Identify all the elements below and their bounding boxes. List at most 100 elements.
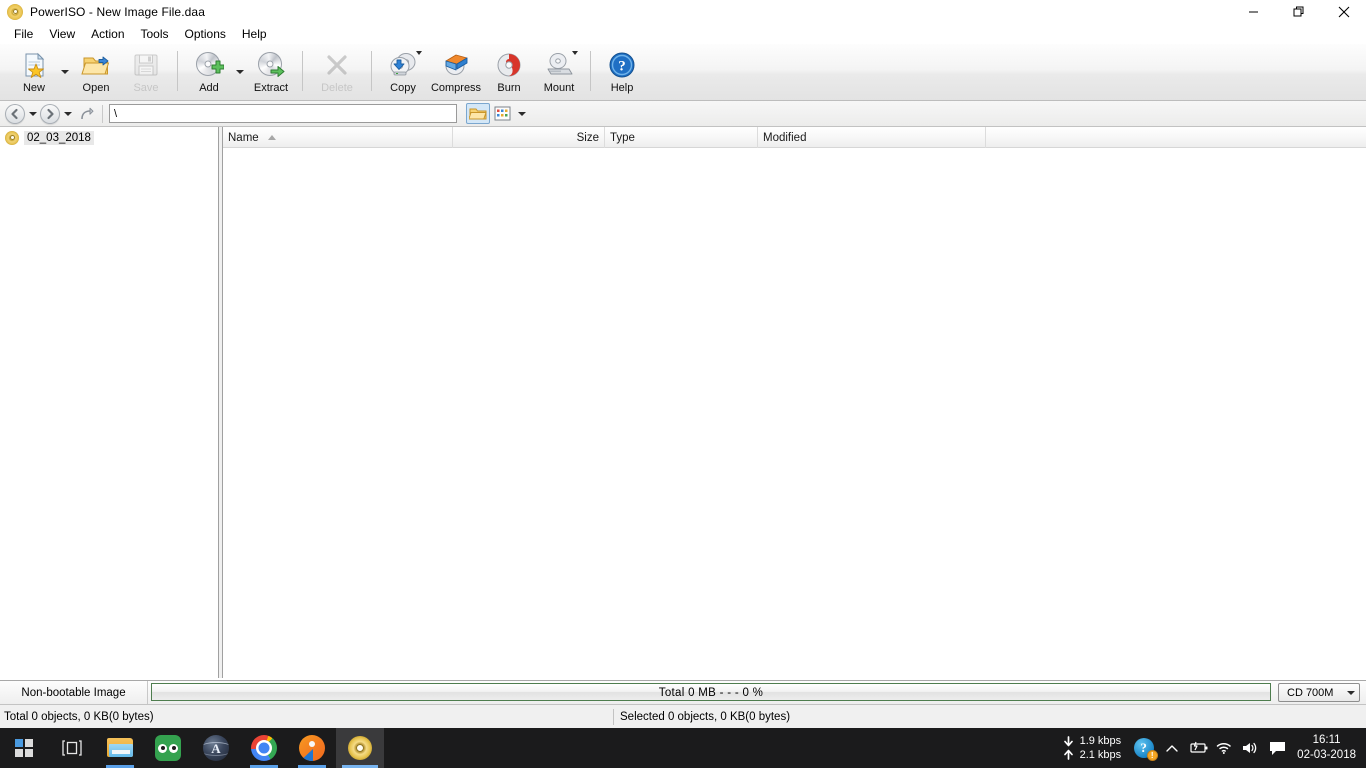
disc-mount-icon bbox=[544, 50, 578, 80]
toolbar-help-button[interactable]: ? Help bbox=[597, 46, 647, 98]
toolbar-delete-button[interactable]: Delete bbox=[309, 46, 365, 98]
network-arrows bbox=[1063, 736, 1074, 760]
chrome-icon bbox=[251, 735, 277, 761]
taskbar-app-chrome[interactable] bbox=[240, 728, 288, 768]
column-header-size[interactable]: Size bbox=[453, 127, 605, 148]
toolbar-separator bbox=[177, 51, 178, 91]
file-list-body[interactable] bbox=[223, 148, 1366, 678]
clock-time: 16:11 bbox=[1312, 734, 1341, 746]
toolbar-burn-label: Burn bbox=[497, 82, 521, 94]
back-arrow-icon bbox=[5, 103, 25, 124]
taskbar-app-poweriso[interactable] bbox=[336, 728, 384, 768]
taskbar-app-tripadvisor[interactable] bbox=[144, 728, 192, 768]
volume-icon bbox=[1243, 742, 1257, 754]
forward-button[interactable] bbox=[39, 103, 61, 125]
network-speed-indicator[interactable]: 1.9 kbps 2.1 kbps bbox=[1063, 734, 1122, 762]
download-speed-label: 1.9 kbps bbox=[1079, 735, 1122, 747]
restore-button[interactable] bbox=[1276, 0, 1321, 23]
task-view-icon bbox=[62, 740, 82, 756]
forward-history-dropdown[interactable] bbox=[61, 103, 74, 125]
new-document-star-icon bbox=[19, 50, 49, 80]
toolbar-extract-button[interactable]: Extract bbox=[246, 46, 296, 98]
toolbar-separator bbox=[371, 51, 372, 91]
address-bar-tools bbox=[466, 103, 530, 124]
toolbar-compress-label: Compress bbox=[430, 82, 482, 94]
back-history-dropdown[interactable] bbox=[26, 103, 39, 125]
main-toolbar: New Open Save Add Extract Delete Copy Co… bbox=[0, 44, 1366, 101]
toolbar-burn-button[interactable]: Burn bbox=[484, 46, 534, 98]
list-column-headers: Name Size Type Modified bbox=[223, 127, 1366, 148]
toolbar-extract-label: Extract bbox=[253, 82, 289, 94]
chevron-down-icon bbox=[236, 70, 244, 74]
menu-item-options[interactable]: Options bbox=[177, 25, 234, 43]
toolbar-copy-button[interactable]: Copy bbox=[378, 46, 428, 98]
orange-app-icon bbox=[299, 735, 325, 761]
menu-item-tools[interactable]: Tools bbox=[133, 25, 177, 43]
menu-item-file[interactable]: File bbox=[6, 25, 41, 43]
toolbar-mount-button[interactable]: Mount bbox=[534, 46, 584, 98]
toolbar-open-button[interactable]: Open bbox=[71, 46, 121, 98]
toolbar-add-button[interactable]: Add bbox=[184, 46, 234, 98]
toolbar-copy-label: Copy bbox=[390, 82, 416, 94]
volume-button[interactable] bbox=[1237, 728, 1263, 768]
wifi-icon bbox=[1216, 743, 1231, 754]
views-grid-icon bbox=[494, 106, 510, 121]
action-center-button[interactable] bbox=[1263, 728, 1291, 768]
column-header-modified[interactable]: Modified bbox=[758, 127, 986, 148]
address-input[interactable]: \ bbox=[109, 104, 457, 123]
clock-button[interactable]: 16:11 02-03-2018 bbox=[1291, 733, 1366, 763]
tree-item-image-root[interactable]: 02_03_2018 bbox=[0, 129, 218, 146]
tray-help-button[interactable]: ? ! bbox=[1129, 728, 1159, 768]
toolbar-save-button[interactable]: Save bbox=[121, 46, 171, 98]
disc-extract-icon bbox=[256, 50, 286, 80]
view-mode-dropdown[interactable] bbox=[514, 103, 530, 124]
chevron-down-icon bbox=[1347, 690, 1355, 695]
network-button[interactable] bbox=[1211, 728, 1237, 768]
toolbar-new-dropdown[interactable] bbox=[59, 46, 71, 98]
toolbar-compress-button[interactable]: Compress bbox=[428, 46, 484, 98]
up-one-level-button[interactable] bbox=[76, 103, 96, 125]
toolbar-mount-label: Mount bbox=[543, 82, 575, 94]
menu-item-view[interactable]: View bbox=[41, 25, 83, 43]
taskbar-app-orange[interactable] bbox=[288, 728, 336, 768]
tree-item-label: 02_03_2018 bbox=[24, 130, 94, 145]
taskbar-app-globe[interactable]: A bbox=[192, 728, 240, 768]
browse-folder-button[interactable] bbox=[466, 103, 490, 124]
toolbar-add-label: Add bbox=[199, 82, 219, 94]
back-button[interactable] bbox=[4, 103, 26, 125]
column-header-type[interactable]: Type bbox=[605, 127, 758, 148]
show-hidden-icons-button[interactable] bbox=[1159, 728, 1185, 768]
disc-size-select[interactable]: CD 700M bbox=[1278, 683, 1360, 702]
toolbar-add-dropdown[interactable] bbox=[234, 46, 246, 98]
toolbar-new-button[interactable]: New bbox=[9, 46, 59, 98]
view-mode-button[interactable] bbox=[490, 103, 514, 124]
disc-add-icon bbox=[194, 50, 224, 80]
start-button[interactable] bbox=[0, 728, 48, 768]
globe-app-icon: A bbox=[203, 735, 229, 761]
toolbar-save-label: Save bbox=[133, 82, 159, 94]
file-explorer-icon bbox=[107, 738, 133, 758]
column-header-name[interactable]: Name bbox=[223, 127, 453, 148]
delete-x-icon bbox=[322, 50, 352, 80]
tripadvisor-owl-icon bbox=[155, 735, 181, 761]
taskbar-app-file-explorer[interactable] bbox=[96, 728, 144, 768]
address-bar: \ bbox=[0, 101, 1366, 127]
toolbar-delete-label: Delete bbox=[321, 82, 353, 94]
menu-bar: File View Action Tools Options Help bbox=[0, 23, 1366, 44]
window-controls bbox=[1231, 0, 1366, 23]
task-view-button[interactable] bbox=[48, 728, 96, 768]
column-header-name-label: Name bbox=[228, 131, 259, 144]
window-title: PowerISO - New Image File.daa bbox=[30, 4, 205, 19]
nav-divider bbox=[102, 104, 103, 123]
status-bar-counts: Total 0 objects, 0 KB(0 bytes) Selected … bbox=[0, 704, 1366, 728]
battery-charging-icon bbox=[1190, 741, 1208, 753]
close-button[interactable] bbox=[1321, 0, 1366, 23]
system-tray: 1.9 kbps 2.1 kbps ? ! 16:11 02-03-2018 bbox=[1063, 728, 1366, 768]
minimize-button[interactable] bbox=[1231, 0, 1276, 23]
menu-item-help[interactable]: Help bbox=[234, 25, 275, 43]
battery-button[interactable] bbox=[1185, 728, 1211, 768]
toolbar-help-label: Help bbox=[610, 82, 634, 94]
status-bar-capacity: Non-bootable Image Total 0 MB - - - 0 % … bbox=[0, 680, 1366, 704]
menu-item-action[interactable]: Action bbox=[83, 25, 132, 43]
windows-start-icon bbox=[15, 739, 33, 757]
